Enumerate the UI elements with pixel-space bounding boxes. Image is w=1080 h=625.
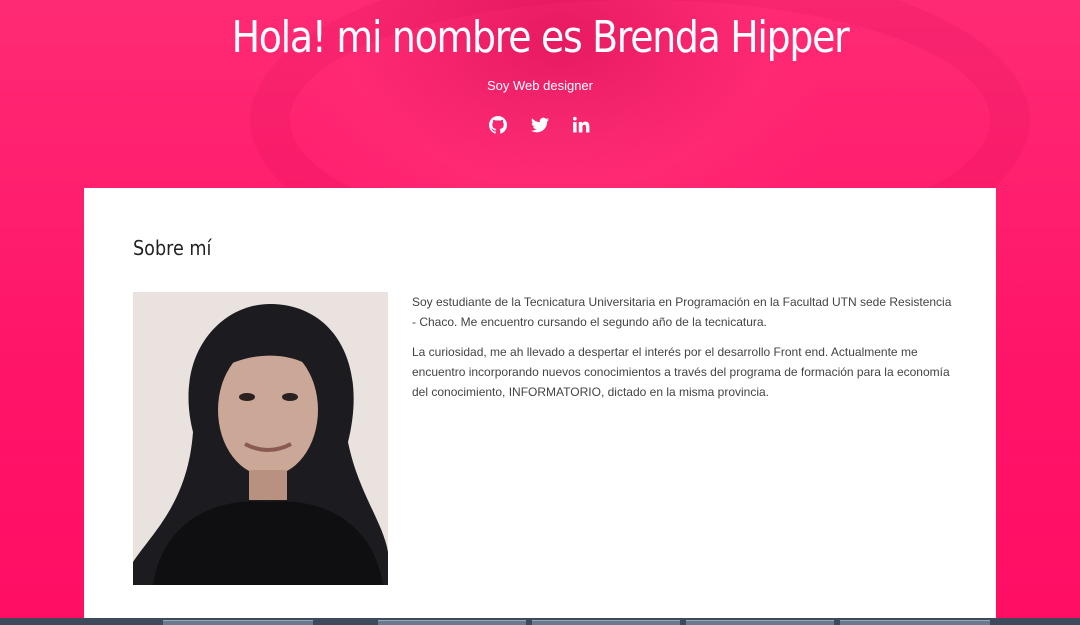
taskbar-item[interactable]	[532, 620, 680, 625]
linkedin-icon	[573, 116, 590, 133]
profile-photo	[133, 292, 388, 585]
github-link[interactable]	[489, 116, 507, 134]
taskbar-item[interactable]	[163, 620, 313, 625]
hero-header: Hola! mi nombre es Brenda Hipper Soy Web…	[0, 0, 1080, 188]
page-title: Hola! mi nombre es Brenda Hipper	[231, 12, 850, 63]
social-links	[0, 116, 1080, 134]
twitter-icon	[531, 117, 549, 133]
about-text: Soy estudiante de la Tecnicatura Univers…	[412, 292, 952, 412]
profile-photo-illustration	[133, 292, 388, 585]
linkedin-link[interactable]	[573, 116, 591, 134]
about-card: Sobre mí Soy estudiante de la Tecnicatur…	[84, 188, 996, 625]
subtitle: Soy Web designer	[487, 78, 593, 93]
twitter-link[interactable]	[531, 116, 549, 134]
github-icon	[489, 116, 507, 134]
taskbar-item[interactable]	[686, 620, 834, 625]
about-paragraph: La curiosidad, me ah llevado a despertar…	[412, 345, 950, 399]
about-paragraph: Soy estudiante de la Tecnicatura Univers…	[412, 295, 952, 329]
taskbar-item[interactable]	[378, 620, 526, 625]
section-title: Sobre mí	[133, 236, 212, 260]
taskbar-item[interactable]	[840, 620, 990, 625]
